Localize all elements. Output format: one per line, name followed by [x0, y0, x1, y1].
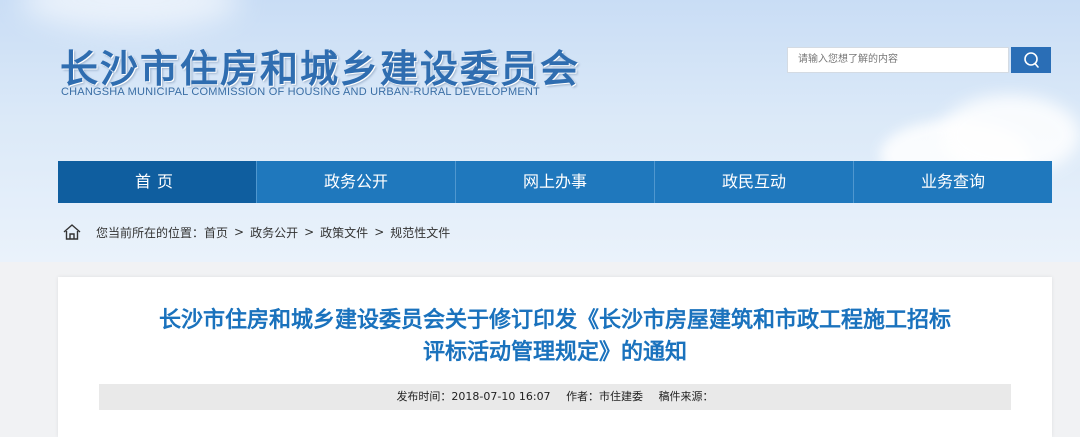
search-input[interactable]: 请输入您想了解的内容 [787, 47, 1009, 73]
article-source: 稿件来源： [658, 390, 714, 403]
nav-item-government-affairs[interactable]: 政务公开 [256, 161, 455, 203]
breadcrumb-link-government-affairs[interactable]: 政务公开 [250, 224, 298, 241]
article-title: 长沙市住房和城乡建设委员会关于修订印发《长沙市房屋建筑和市政工程施工招标 评标活… [58, 305, 1052, 369]
breadcrumb-separator: > [374, 225, 385, 239]
search-icon [1024, 52, 1039, 68]
breadcrumb-separator: > [304, 225, 315, 239]
breadcrumb-link-home[interactable]: 首页 [204, 224, 228, 241]
breadcrumb-link-normative-documents[interactable]: 规范性文件 [390, 224, 450, 241]
cloud-decoration [20, 0, 240, 30]
article-title-line-1: 长沙市住房和城乡建设委员会关于修订印发《长沙市房屋建筑和市政工程施工招标 [158, 308, 951, 333]
site-title[interactable]: 长沙市住房和城乡建设委员会 [60, 38, 580, 93]
nav-item-public-interaction[interactable]: 政民互动 [654, 161, 853, 203]
nav-item-business-query[interactable]: 业务查询 [853, 161, 1052, 203]
nav-item-online-services[interactable]: 网上办事 [455, 161, 654, 203]
breadcrumb-prefix: 您当前所在的位置： [96, 225, 205, 240]
breadcrumb-separator: > [234, 225, 245, 239]
article-meta: 发布时间：2018-07-10 16:07 作者：市住建委 稿件来源： [99, 384, 1011, 410]
nav-item-home[interactable]: 首页 [58, 161, 256, 203]
article-author: 作者：市住建委 [566, 390, 644, 403]
main-nav: 首页 政务公开 网上办事 政民互动 业务查询 [58, 161, 1052, 203]
search-button[interactable] [1011, 47, 1051, 73]
publish-time: 发布时间：2018-07-10 16:07 [396, 390, 551, 403]
breadcrumb-link-policy-documents[interactable]: 政策文件 [320, 224, 368, 241]
site-subtitle: CHANGSHA MUNICIPAL COMMISSION OF HOUSING… [61, 86, 540, 98]
article-card: 长沙市住房和城乡建设委员会关于修订印发《长沙市房屋建筑和市政工程施工招标 评标活… [58, 277, 1052, 437]
breadcrumb: 您当前所在的位置： 首页 > 政务公开 > 政策文件 > 规范性文件 [62, 222, 450, 242]
home-icon [63, 224, 81, 240]
article-title-line-2: 评标活动管理规定》的通知 [422, 340, 687, 365]
